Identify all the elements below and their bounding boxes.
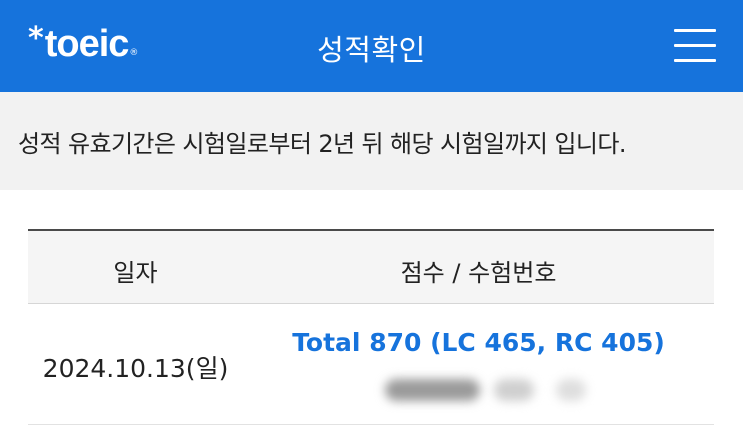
menu-bar xyxy=(674,59,716,62)
blurred-text xyxy=(385,379,480,401)
page-title: 성적확인 xyxy=(317,33,426,67)
total-score-link[interactable]: Total 870 (LC 465, RC 405) xyxy=(243,328,714,357)
validity-notice-text: 성적 유효기간은 시험일로부터 2년 뒤 해당 시험일까지 입니다. xyxy=(18,130,627,158)
menu-bar xyxy=(674,29,716,32)
blurred-text xyxy=(556,379,586,401)
validity-notice: 성적 유효기간은 시험일로부터 2년 뒤 해당 시험일까지 입니다. xyxy=(0,92,743,190)
score-check-page: * toeic ® 성적확인 성적 유효기간은 시험일로부터 2년 뒤 해당 시… xyxy=(0,0,743,441)
registration-number-blurred xyxy=(385,374,615,406)
hamburger-menu-icon[interactable] xyxy=(674,26,716,66)
menu-bar xyxy=(674,44,716,47)
table-row[interactable]: 2024.10.13(일) Total 870 (LC 465, RC 405) xyxy=(28,304,714,425)
table-header: 일자 점수 / 수험번호 xyxy=(28,229,714,304)
blurred-text xyxy=(494,379,534,401)
score-table: 일자 점수 / 수험번호 2024.10.13(일) Total 870 (LC… xyxy=(28,229,714,425)
column-header-score: 점수 / 수험번호 xyxy=(400,259,557,287)
column-header-date: 일자 xyxy=(113,259,158,287)
app-header: * toeic ® 성적확인 xyxy=(0,0,743,92)
test-date: 2024.10.13(일) xyxy=(42,354,229,383)
